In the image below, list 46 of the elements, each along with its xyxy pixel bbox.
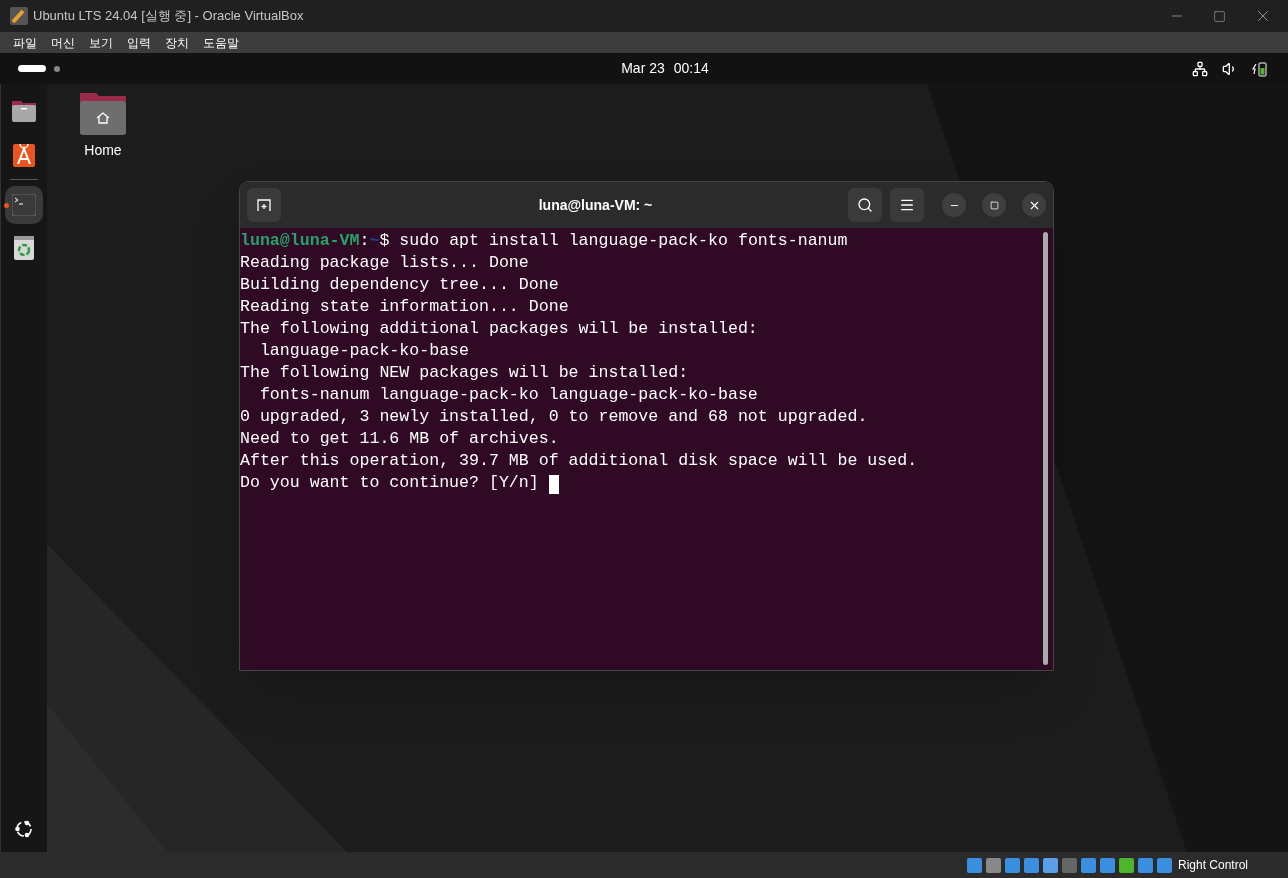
show-apps-icon[interactable] (14, 819, 34, 839)
new-tab-button[interactable] (247, 188, 281, 222)
clock-date[interactable]: Mar 23 (621, 58, 665, 79)
menu-button[interactable] (890, 188, 924, 222)
prompt-user-host: luna@luna-VM (240, 231, 360, 250)
terminal-output-line: Do you want to continue? [Y/n] (240, 472, 540, 494)
menu-item[interactable]: 도움말 (203, 33, 239, 52)
menu-item[interactable]: 장치 (165, 33, 189, 52)
clock-time[interactable]: 00:14 (673, 58, 709, 79)
search-button[interactable] (848, 188, 882, 222)
terminal-output-line: The following NEW packages will be installed: (240, 362, 689, 384)
menu-item[interactable]: 머신 (51, 33, 75, 52)
maximize-icon (989, 200, 999, 210)
menu-item[interactable]: 파일 (13, 33, 37, 52)
workspace-indicator-active (18, 65, 46, 72)
battery-charging-icon[interactable] (1252, 60, 1268, 77)
desktop-icon-label[interactable]: Home (84, 140, 122, 161)
prompt-path: ~ (369, 231, 380, 250)
terminal-output-line: 0 upgraded, 3 newly installed, 0 to remove and 68 not upgraded. (240, 406, 868, 428)
maximize-icon[interactable] (1213, 9, 1226, 23)
menu-icon (899, 197, 915, 213)
menu-item[interactable]: 입력 (127, 33, 151, 52)
close-button[interactable] (1022, 193, 1046, 217)
terminal-output-line: language-pack-ko-base (258, 340, 470, 362)
host-key-label: Right Control (1177, 857, 1248, 874)
terminal-output-line: The following additional packages will be installed: (240, 318, 758, 340)
terminal-output-line: fonts-nanum language-pack-ko language-pack-ko-base (258, 384, 758, 406)
terminal-output-line: Reading package lists... Done (240, 252, 529, 274)
search-icon (857, 197, 873, 213)
home-folder-icon[interactable] (79, 92, 127, 135)
terminal-output-line: Need to get 11.6 MB of archives. (240, 428, 559, 450)
scrollbar-thumb[interactable] (1043, 232, 1048, 665)
terminal-output-line: After this operation, 39.7 MB of additional disk space will be used. (240, 450, 918, 472)
prompt-separator: : (359, 231, 370, 250)
terminal-command: $ sudo apt install language-pack-ko fonts-nanum (379, 231, 848, 250)
window-title: Ubuntu LTS 24.04 [실행 중] - Oracle VirtualBox (33, 7, 304, 26)
terminal-output-line: Building dependency tree... Done (240, 274, 559, 296)
new-tab-icon (256, 197, 272, 213)
terminal-icon[interactable] (12, 194, 36, 216)
virtualbox-logo-icon (10, 7, 28, 25)
menu-item[interactable]: 보기 (89, 33, 113, 52)
maximize-button[interactable] (982, 193, 1006, 217)
terminal-output-line: Reading state information... Done (240, 296, 569, 318)
app-store-icon[interactable] (13, 141, 35, 167)
folder-icon[interactable] (11, 99, 37, 123)
terminal-title: luna@luna-VM: ~ (537, 195, 654, 215)
